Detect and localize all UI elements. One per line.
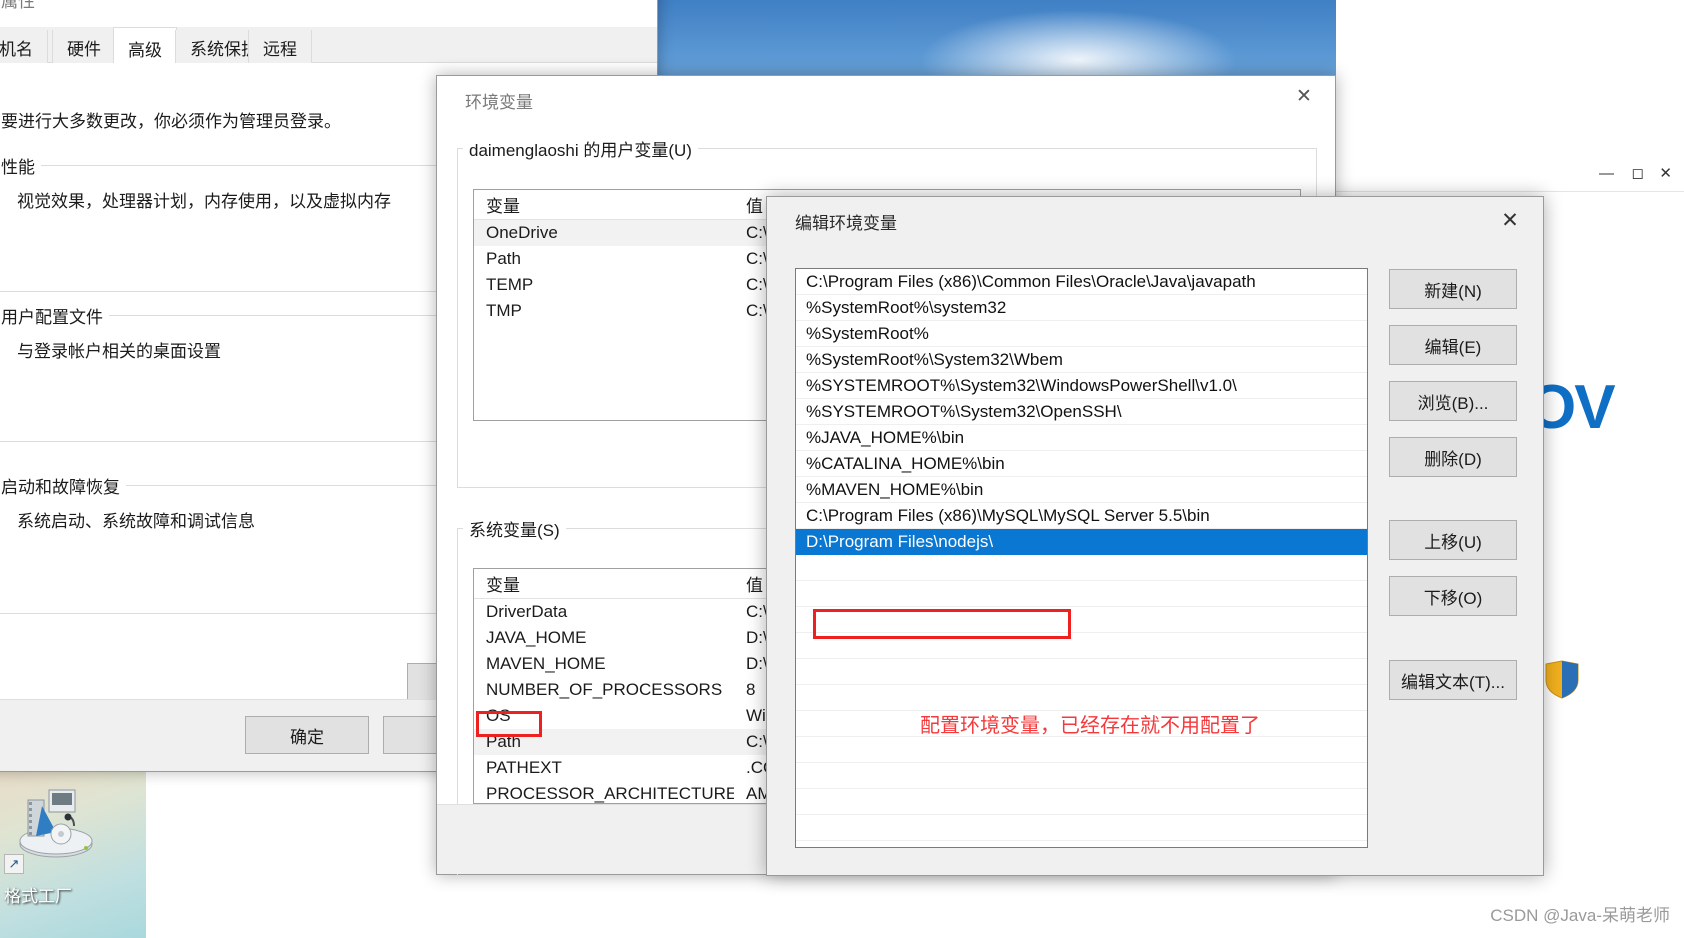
list-item-empty[interactable]: [796, 737, 1367, 763]
variable-name: TEMP: [486, 275, 534, 294]
system-variables-label: 系统变量(S): [463, 516, 566, 541]
watermark: CSDN @Java-呆萌老师: [1490, 906, 1670, 925]
admin-notice: 要进行大多数更改，你必须作为管理员登录。: [1, 112, 341, 131]
tab-advanced[interactable]: 高级: [113, 27, 177, 64]
list-item-empty[interactable]: [796, 581, 1367, 607]
list-item[interactable]: %CATALINA_HOME%\bin: [796, 451, 1367, 477]
path-row-highlight-box: [476, 711, 542, 737]
variable-name: PATHEXT: [486, 758, 562, 777]
system-properties-tabstrip: 算机名 硬件 高级 系统保护 远程: [0, 27, 657, 64]
list-item[interactable]: C:\Program Files (x86)\Common Files\Orac…: [796, 269, 1367, 295]
edit-text-button[interactable]: 编辑文本(T)...: [1389, 660, 1517, 700]
variable-name: TMP: [486, 301, 522, 320]
column-header-value: 值: [746, 576, 763, 595]
annotation-text: 配置环境变量，已经存在就不用配置了: [920, 715, 1260, 737]
move-down-button[interactable]: 下移(O): [1389, 576, 1517, 616]
path-entries-list[interactable]: C:\Program Files (x86)\Common Files\Orac…: [795, 268, 1368, 848]
group-text-user-profiles: 与登录帐户相关的桌面设置: [17, 342, 221, 361]
list-item-empty[interactable]: [796, 763, 1367, 789]
list-item[interactable]: %SystemRoot%\system32: [796, 295, 1367, 321]
move-up-button[interactable]: 上移(U): [1389, 520, 1517, 560]
system-properties-titlebar: 属性 ✕: [0, 0, 657, 27]
environment-variables-title: 环境变量: [465, 93, 533, 112]
list-item[interactable]: %MAVEN_HOME%\bin: [796, 477, 1367, 503]
minimize-icon[interactable]: —: [1599, 166, 1614, 181]
edit-environment-variable-window: 编辑环境变量 ✕ C:\Program Files (x86)\Common F…: [766, 196, 1544, 876]
list-item-empty[interactable]: [796, 685, 1367, 711]
group-label-startup-recovery: 启动和故障恢复: [1, 473, 126, 498]
list-item[interactable]: C:\Program Files (x86)\MySQL\MySQL Serve…: [796, 503, 1367, 529]
format-factory-icon: [19, 789, 93, 858]
ok-button[interactable]: 确定: [245, 716, 369, 754]
column-header-name: 变量: [486, 576, 520, 595]
list-item[interactable]: %SYSTEMROOT%\System32\OpenSSH\: [796, 399, 1367, 425]
column-header-name: 变量: [486, 197, 520, 216]
variable-name: MAVEN_HOME: [486, 654, 606, 673]
edit-button[interactable]: 编辑(E): [1389, 325, 1517, 365]
list-item-empty[interactable]: [796, 659, 1367, 685]
shield-icon: [1540, 660, 1584, 700]
close-icon[interactable]: ✕: [1481, 201, 1539, 239]
list-item[interactable]: %SystemRoot%\System32\Wbem: [796, 347, 1367, 373]
list-item[interactable]: %SYSTEMROOT%\System32\WindowsPowerShell\…: [796, 373, 1367, 399]
list-item-empty[interactable]: [796, 555, 1367, 581]
user-variables-label: daimenglaoshi 的用户变量(U): [463, 136, 698, 161]
desktop-icon-label: 格式工厂: [4, 887, 72, 906]
list-item-empty[interactable]: [796, 815, 1367, 841]
list-item[interactable]: %JAVA_HOME%\bin: [796, 425, 1367, 451]
variable-name: JAVA_HOME: [486, 628, 587, 647]
list-item-empty[interactable]: [796, 633, 1367, 659]
new-button[interactable]: 新建(N): [1389, 269, 1517, 309]
group-label-performance: 性能: [1, 153, 41, 178]
variable-name: OneDrive: [486, 223, 558, 242]
variable-name: NUMBER_OF_PROCESSORS: [486, 680, 723, 699]
variable-name: PROCESSOR_ARCHITECTURE: [486, 784, 734, 803]
list-item[interactable]: %SystemRoot%: [796, 321, 1367, 347]
group-label-user-profiles: 用户配置文件: [1, 303, 109, 328]
edit-env-titlebar: 编辑环境变量 ✕: [767, 197, 1543, 247]
close-icon[interactable]: ✕: [1659, 166, 1672, 181]
list-item-empty[interactable]: [796, 789, 1367, 815]
background-app-titlebar: — ◻ ✕: [1336, 152, 1684, 192]
close-icon[interactable]: ✕: [1273, 76, 1335, 116]
close-icon[interactable]: ✕: [595, 0, 657, 15]
desktop-icon-format-factory[interactable]: ↗ 格式工厂: [0, 772, 146, 938]
maximize-icon[interactable]: ◻: [1632, 166, 1644, 181]
list-item-selected[interactable]: D:\Program Files\nodejs\: [796, 529, 1367, 555]
environment-variables-titlebar: 环境变量 ✕: [437, 76, 1335, 126]
system-properties-title: 属性: [1, 0, 35, 11]
delete-button[interactable]: 删除(D): [1389, 437, 1517, 477]
tab-computer-name[interactable]: 算机名: [0, 30, 48, 63]
group-text-startup-recovery: 系统启动、系统故障和调试信息: [17, 512, 255, 531]
shortcut-arrow-icon: ↗: [4, 854, 24, 874]
tab-remote[interactable]: 远程: [248, 30, 312, 63]
variable-name: DriverData: [486, 602, 568, 621]
tab-hardware[interactable]: 硬件: [52, 30, 116, 63]
group-text-performance: 视觉效果，处理器计划，内存使用，以及虚拟内存: [17, 192, 391, 211]
variable-name: Path: [486, 249, 521, 268]
column-header-value: 值: [746, 197, 763, 216]
list-item-empty[interactable]: [796, 607, 1367, 633]
edit-env-title: 编辑环境变量: [795, 214, 897, 233]
browse-button[interactable]: 浏览(B)...: [1389, 381, 1517, 421]
